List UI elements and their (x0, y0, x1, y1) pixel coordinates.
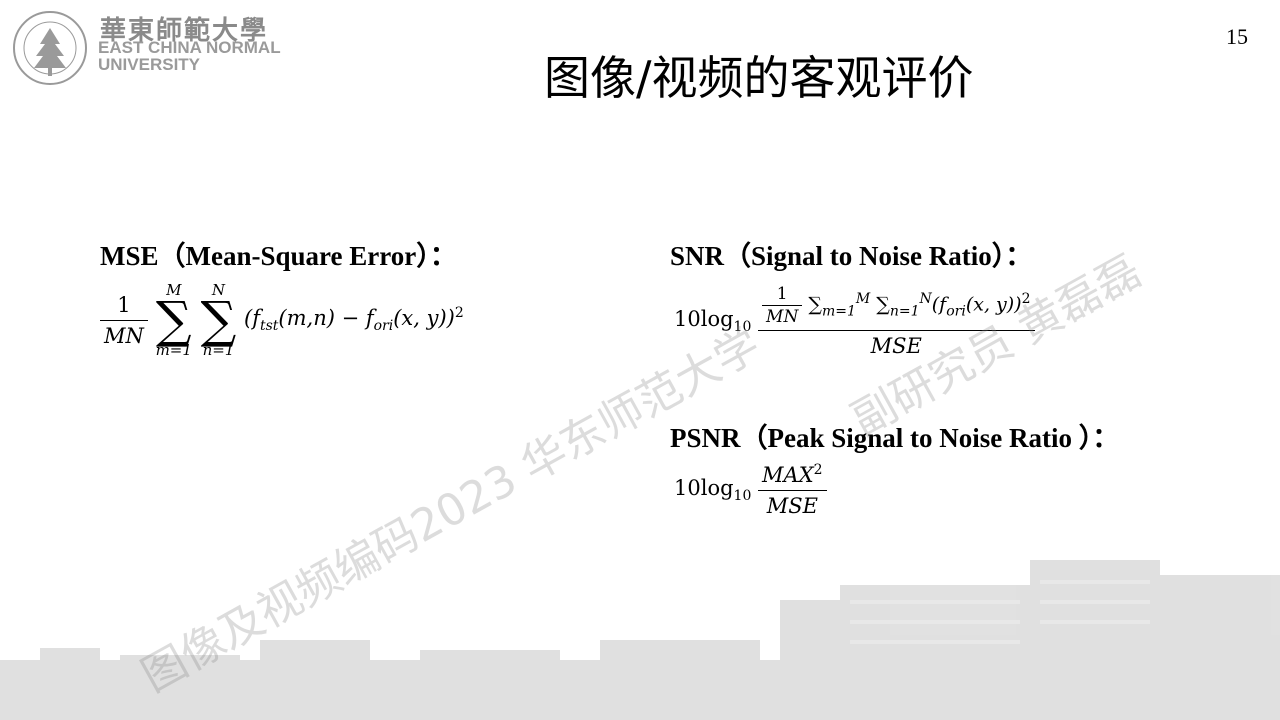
psnr-formula: 10log10 MAX2 MSE (674, 462, 827, 518)
mse-sum-n: N ∑ n=1 (200, 281, 237, 359)
mse-sum-n-lower: n=1 (202, 341, 235, 359)
snr-sum-n-upper: N (919, 291, 932, 308)
mse-sub-ori: ori (373, 318, 394, 335)
mse-frac-num: 1 (100, 293, 148, 321)
logo-english-line2: UNIVERSITY (98, 55, 201, 74)
mse-sum-m: M ∑ m=1 (155, 281, 192, 359)
psnr-denominator: MSE (766, 494, 818, 518)
slide-title: 图像/视频的客观评价 (544, 51, 974, 105)
psnr-log-base: 10 (733, 488, 752, 505)
logo-english-line1: EAST CHINA NORMAL (98, 38, 281, 57)
mse-fraction: 1 MN (100, 293, 148, 348)
snr-inner-num: 1 (762, 284, 803, 306)
mse-sub-tst: tst (259, 318, 279, 335)
psnr-log: 10log (674, 475, 734, 500)
snr-inner-den: MN (766, 307, 799, 327)
university-emblem-icon (13, 11, 87, 85)
snr-body-prefix: (f (931, 293, 947, 316)
snr-sum-m-lower: m=1 (821, 303, 856, 320)
psnr-num-exp: 2 (813, 462, 823, 478)
psnr-num-text: MAX (762, 463, 814, 487)
mse-exponent: 2 (454, 305, 464, 322)
snr-sum-n-lower: n=1 (889, 303, 920, 320)
mse-heading: MSE（Mean-Square Error）： (100, 241, 457, 271)
mse-body-prefix: (f (244, 306, 260, 331)
snr-heading: SNR（Signal to Noise Ratio）： (670, 241, 1033, 271)
snr-sum-n-sign: ∑ (876, 293, 890, 316)
snr-sub-ori: ori (946, 303, 966, 320)
mse-sum-m-lower: m=1 (155, 341, 192, 359)
mse-body-mid: (m,n) − f (278, 306, 374, 331)
snr-sum-m-sign: ∑ (808, 293, 822, 316)
mse-body-end: (x, y)) (393, 306, 455, 331)
mse-frac-den: MN (104, 323, 144, 348)
psnr-fraction: MAX2 MSE (758, 462, 827, 518)
mse-formula: 1 MN M ∑ m=1 N ∑ n=1 (ftst(m,n) − fori(x… (100, 282, 464, 358)
snr-sum-m-upper: M (855, 291, 871, 308)
psnr-numerator: MAX2 (758, 462, 827, 491)
logo-english-name: EAST CHINA NORMAL UNIVERSITY (98, 39, 281, 73)
page-number: 15 (1226, 24, 1248, 49)
snr-inner-fraction: 1 MN (762, 284, 803, 327)
